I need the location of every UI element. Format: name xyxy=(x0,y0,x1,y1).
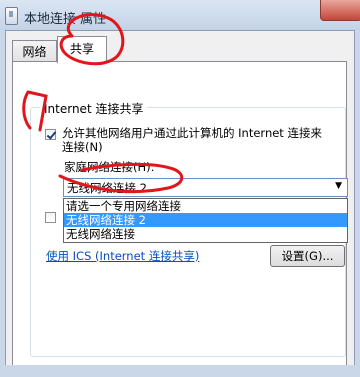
annotation-circle-tab xyxy=(59,13,125,66)
annotation-mark-checkbox xyxy=(22,90,48,132)
red-annotation-overlay xyxy=(22,13,184,194)
annotation-underline-selection xyxy=(58,162,184,194)
